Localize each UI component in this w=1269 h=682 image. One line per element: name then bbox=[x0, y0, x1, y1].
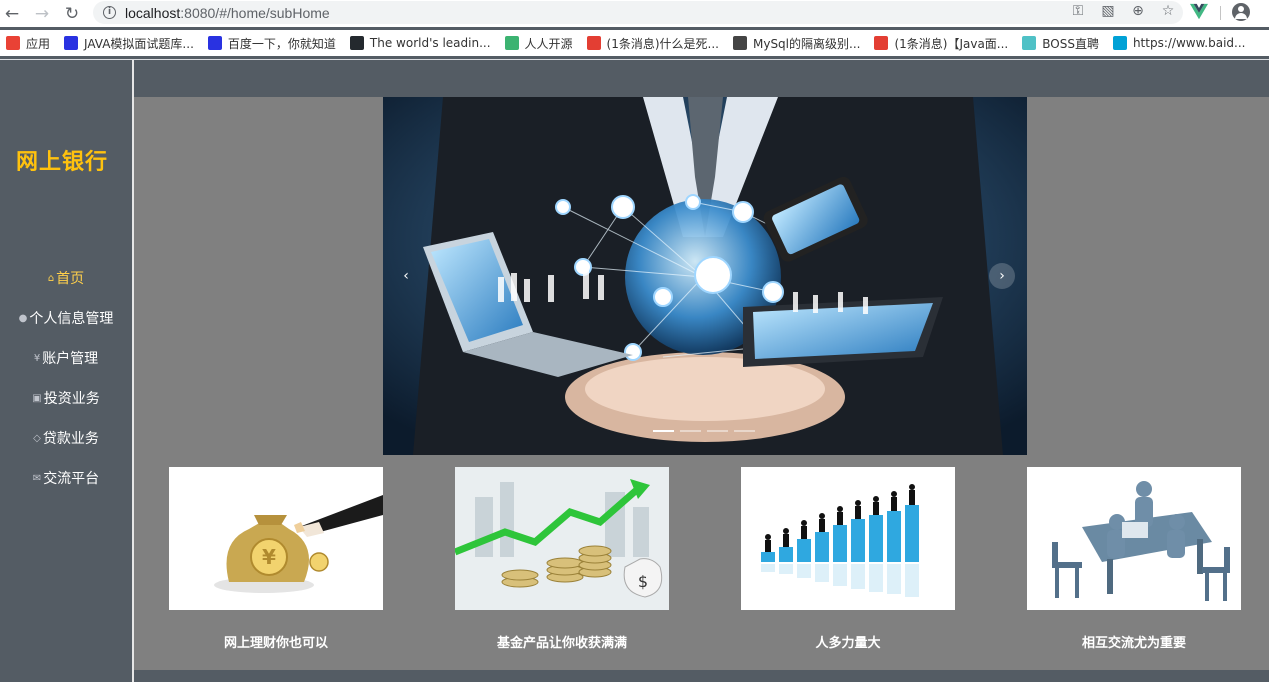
csdn-icon bbox=[874, 36, 889, 50]
svg-text:$: $ bbox=[638, 572, 648, 591]
sidebar-item-label: 账户管理 bbox=[42, 351, 99, 367]
svg-text:¥: ¥ bbox=[262, 545, 276, 569]
baidu-paw-icon bbox=[64, 36, 79, 50]
money-icon: ▣ bbox=[32, 392, 42, 404]
toolbar-separator bbox=[1220, 6, 1221, 20]
baidu-paw-icon bbox=[207, 36, 222, 50]
bookmark-label: 百度一下，你就知道 bbox=[227, 36, 336, 51]
apps-grid-icon bbox=[6, 36, 20, 50]
main-content: ‹ › ¥ 网上理财你也可以 $ 基金产品让你收获满满 人多力量大 相互交流尤为… bbox=[134, 60, 1269, 682]
card-caption: 人多力量大 bbox=[815, 636, 881, 651]
sidebar-item-3[interactable]: ▣ 投资业务 bbox=[0, 378, 132, 418]
zoom-icon[interactable]: ⊕ bbox=[1129, 2, 1147, 20]
card-caption: 基金产品让你收获满满 bbox=[496, 636, 627, 651]
carousel-indicator[interactable] bbox=[707, 430, 728, 432]
sidebar-menu: ⌂ 首页 ● 个人信息管理 ¥ 账户管理 ▣ 投资业务 ◇ 贷款业务 ✉ 交流平台 bbox=[0, 258, 132, 498]
github-icon bbox=[349, 36, 364, 50]
sidebar-item-2[interactable]: ¥ 账户管理 bbox=[0, 338, 132, 378]
translate-icon[interactable]: ▧ bbox=[1099, 2, 1117, 20]
sidebar-item-label: 首页 bbox=[56, 271, 85, 287]
header-bar bbox=[134, 60, 1269, 97]
business-tech-banner-image bbox=[383, 97, 1027, 455]
carousel-slide[interactable]: ‹ › bbox=[383, 97, 1027, 455]
bookmark-item[interactable]: (1条消息)什么是死... bbox=[586, 35, 719, 52]
home-icon: ⌂ bbox=[47, 272, 55, 284]
boss-icon bbox=[1022, 36, 1037, 50]
bookmark-label: 应用 bbox=[26, 36, 51, 51]
bookmark-item[interactable]: 应用 bbox=[6, 35, 50, 52]
message-icon: ✉ bbox=[32, 472, 42, 484]
url-text[interactable]: localhost:8080/#/home/subHome bbox=[125, 5, 330, 21]
carousel-prev-button[interactable]: ‹ bbox=[393, 263, 419, 289]
bar-chart-people-image bbox=[741, 467, 955, 610]
bookmark-label: https://www.baid... bbox=[1132, 36, 1246, 50]
site-info-icon[interactable]: i bbox=[103, 6, 116, 19]
feature-card[interactable]: 人多力量大 bbox=[741, 467, 955, 651]
bookmark-item[interactable]: https://www.baid... bbox=[1112, 36, 1246, 50]
sidebar-item-1[interactable]: ● 个人信息管理 bbox=[0, 298, 132, 338]
bank-logo: 网上银行 bbox=[15, 150, 108, 175]
feature-card[interactable]: ¥ 网上理财你也可以 bbox=[169, 467, 383, 651]
feature-card[interactable]: 相互交流尤为重要 bbox=[1027, 467, 1241, 651]
feature-card[interactable]: $ 基金产品让你收获满满 bbox=[455, 467, 669, 651]
feature-cards: ¥ 网上理财你也可以 $ 基金产品让你收获满满 人多力量大 相互交流尤为重要 bbox=[134, 462, 1269, 670]
bookmark-label: (1条消息)什么是死... bbox=[606, 36, 719, 51]
bookmark-label: JAVA模拟面试题库... bbox=[84, 36, 194, 51]
bookmarks-bar: 应用 JAVA模拟面试题库... 百度一下，你就知道 The world's lead… bbox=[0, 30, 1269, 56]
address-bar[interactable]: i localhost:8080/#/home/subHome bbox=[93, 1, 1183, 24]
bookmark-item[interactable]: JAVA模拟面试题库... bbox=[64, 35, 194, 52]
bilibili-tv-icon bbox=[1112, 36, 1127, 50]
bookmark-item[interactable]: 人人开源 bbox=[504, 35, 573, 52]
renren-icon bbox=[504, 36, 519, 50]
bookmark-label: MySql的隔离级别... bbox=[752, 36, 861, 51]
forward-arrow-icon[interactable]: → bbox=[30, 2, 54, 26]
carousel-indicator[interactable] bbox=[734, 430, 755, 432]
bookmark-item[interactable]: 百度一下，你就知道 bbox=[207, 35, 336, 52]
yen-icon: ¥ bbox=[33, 352, 41, 364]
bookmark-label: The world's leadin... bbox=[369, 36, 491, 50]
meeting-image bbox=[1027, 467, 1241, 610]
card-caption: 网上理财你也可以 bbox=[223, 636, 328, 651]
back-arrow-icon[interactable]: ← bbox=[0, 2, 24, 26]
footer-bar bbox=[134, 670, 1269, 682]
bookmark-label: BOSS直聘 bbox=[1042, 36, 1099, 51]
bookmark-item[interactable]: MySql的隔离级别... bbox=[732, 35, 861, 52]
money-bag-image: ¥ bbox=[169, 467, 383, 610]
carousel-indicators bbox=[653, 430, 755, 432]
csdn-icon bbox=[586, 36, 601, 50]
reload-icon[interactable]: ↻ bbox=[60, 2, 84, 26]
browser-toolbar: ← → ↻ i localhost:8080/#/home/subHome ⚿ … bbox=[0, 0, 1269, 27]
bookmark-label: 人人开源 bbox=[524, 36, 573, 51]
bookmark-item[interactable]: (1条消息)【Java面... bbox=[874, 35, 1008, 52]
carousel-next-button[interactable]: › bbox=[989, 263, 1015, 289]
view-icon: ◇ bbox=[33, 432, 41, 444]
sidebar: 网上银行 ⌂ 首页 ● 个人信息管理 ¥ 账户管理 ▣ 投资业务 ◇ 贷款业务 ✉ 交流平台 bbox=[0, 60, 132, 682]
bookmark-item[interactable]: BOSS直聘 bbox=[1022, 35, 1099, 52]
sidebar-item-label: 交流平台 bbox=[43, 471, 100, 487]
vue-devtools-icon[interactable] bbox=[1190, 3, 1208, 21]
carousel: ‹ › bbox=[134, 97, 1269, 520]
coins-growth-image: $ bbox=[455, 467, 669, 610]
key-icon[interactable]: ⚿ bbox=[1069, 2, 1087, 20]
bookmark-item[interactable]: The world's leadin... bbox=[349, 36, 491, 50]
sidebar-item-5[interactable]: ✉ 交流平台 bbox=[0, 458, 132, 498]
sidebar-item-label: 贷款业务 bbox=[42, 431, 99, 447]
sidebar-item-4[interactable]: ◇ 贷款业务 bbox=[0, 418, 132, 458]
bookmark-label: (1条消息)【Java面... bbox=[894, 36, 1009, 51]
profile-avatar-icon[interactable] bbox=[1232, 3, 1250, 21]
sidebar-item-0[interactable]: ⌂ 首页 bbox=[0, 258, 132, 298]
sidebar-item-label: 个人信息管理 bbox=[29, 311, 114, 327]
user-icon: ● bbox=[18, 312, 28, 324]
sidebar-item-label: 投资业务 bbox=[43, 391, 100, 407]
carousel-indicator[interactable] bbox=[680, 430, 701, 432]
carousel-indicator[interactable] bbox=[653, 430, 674, 432]
bookmark-logo-icon bbox=[732, 36, 747, 50]
card-caption: 相互交流尤为重要 bbox=[1081, 636, 1186, 651]
star-icon[interactable]: ☆ bbox=[1159, 2, 1177, 20]
